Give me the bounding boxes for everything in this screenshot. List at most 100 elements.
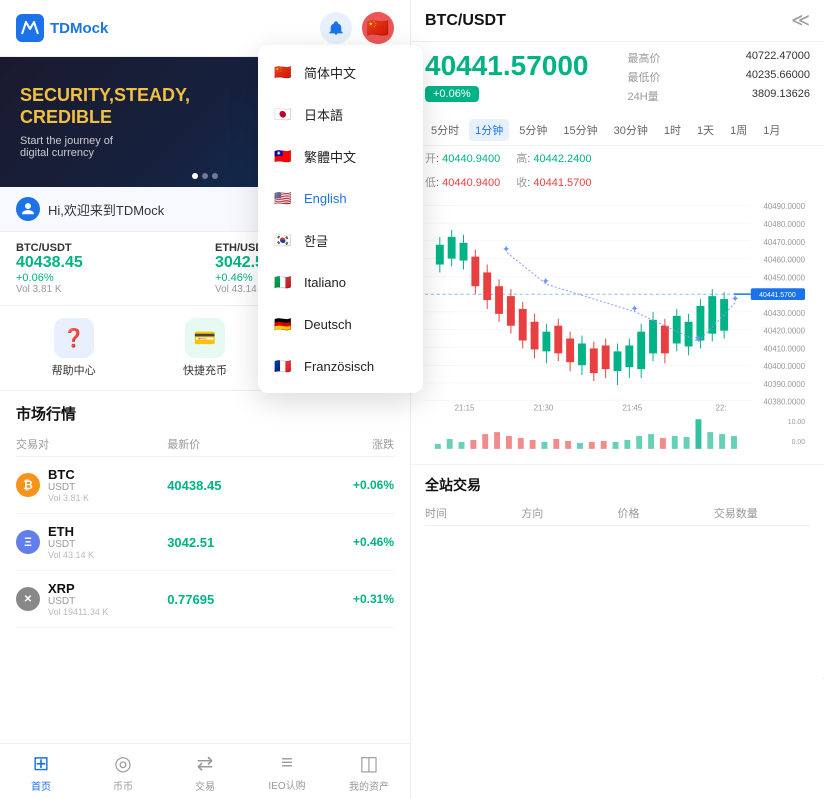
time-tabs: 5分时 1分钟 5分钟 15分钟 30分钟 1时 1天 1周 1月	[411, 115, 824, 146]
language-dropdown[interactable]: 🇨🇳 简体中文 🇯🇵 日本語 🇹🇼 繁體中文 🇺🇸 English 🇰🇷 한글 …	[258, 45, 423, 393]
trade-col-direction: 方向	[521, 505, 617, 521]
lang-japanese[interactable]: 🇯🇵 日本語	[258, 93, 423, 135]
lang-korean[interactable]: 🇰🇷 한글	[258, 219, 423, 261]
flag-de: 🇩🇪	[272, 313, 294, 335]
lang-simplified-chinese-label: 简体中文	[304, 63, 356, 82]
chart-back-button[interactable]: ≪	[791, 10, 810, 31]
svg-text:22:: 22:	[716, 404, 727, 413]
tab-1d[interactable]: 1天	[691, 119, 720, 141]
lang-traditional-chinese[interactable]: 🇹🇼 繁體中文	[258, 135, 423, 177]
lang-simplified-chinese[interactable]: 🇨🇳 简体中文	[258, 51, 423, 93]
market-section: 市场行情 交易对 最新价 涨跌 ₿ BTC USDT Vol 3.81 K 40…	[0, 391, 410, 628]
svg-text:40430.0000: 40430.0000	[763, 309, 805, 318]
tab-1h[interactable]: 1时	[658, 119, 687, 141]
eth-name: ETH	[48, 524, 167, 539]
main-price-area: 40441.57000 +0.06%	[425, 50, 608, 107]
market-col-pair: 交易对	[16, 436, 167, 452]
svg-text:40450.0000: 40450.0000	[763, 273, 805, 282]
btc-info: BTC USDT Vol 3.81 K	[48, 467, 167, 503]
lang-french[interactable]: 🇫🇷 Französisch	[258, 345, 423, 387]
logo: TDMock	[16, 14, 108, 42]
notification-icon[interactable]	[320, 12, 352, 44]
svg-text:40470.0000: 40470.0000	[763, 238, 805, 247]
xrp-name: XRP	[48, 581, 167, 596]
tab-30min[interactable]: 30分钟	[608, 119, 654, 141]
logo-text: TDMock	[50, 20, 108, 37]
nav-coin-label: 币币	[113, 778, 133, 793]
home-icon: ⊞	[33, 751, 50, 776]
stat-low: 最低价 40235.66000	[628, 69, 811, 85]
svg-text:40420.0000: 40420.0000	[763, 327, 805, 336]
ohlc-close: 收: 40441.5700	[516, 174, 591, 190]
xrp-vol: Vol 19411.34 K	[48, 607, 167, 617]
market-row-eth[interactable]: Ξ ETH USDT Vol 43.14 K 3042.51 +0.46%	[16, 514, 394, 571]
tab-1w[interactable]: 1周	[724, 119, 753, 141]
high-value: 40722.47000	[746, 50, 810, 66]
low-label: 最低价	[628, 69, 661, 85]
svg-text:✦: ✦	[630, 304, 638, 315]
svg-text:40441.5700: 40441.5700	[759, 292, 796, 299]
eth-base: USDT	[48, 539, 167, 550]
trade-icon: ⇄	[197, 751, 214, 776]
svg-text:10.00: 10.00	[788, 419, 805, 426]
eth-vol: Vol 43.14 K	[48, 550, 167, 560]
nav-coin[interactable]: ◎ 币币	[82, 744, 164, 799]
chart-pair-title: BTC/USDT	[425, 12, 506, 30]
stat-vol: 24H量 3809.13626	[628, 88, 811, 104]
market-row-xrp[interactable]: ✕ XRP USDT Vol 19411.34 K 0.77695 +0.31%	[16, 571, 394, 628]
market-row-btc[interactable]: ₿ BTC USDT Vol 3.81 K 40438.45 +0.06%	[16, 457, 394, 514]
tab-1min[interactable]: 1分钟	[469, 119, 509, 141]
nav-ieo[interactable]: ≡ IEO认购	[246, 744, 328, 799]
trade-title: 全站交易	[425, 475, 810, 495]
trade-header: 时间 方向 价格 交易数量	[425, 501, 810, 526]
nav-assets[interactable]: ◫ 我的资产	[328, 744, 410, 799]
btc-base: USDT	[48, 482, 167, 493]
svg-text:40380.0000: 40380.0000	[763, 398, 805, 407]
svg-text:0.00: 0.00	[792, 439, 806, 446]
svg-text:21:45: 21:45	[622, 404, 642, 413]
tab-15min[interactable]: 15分钟	[557, 119, 603, 141]
action-recharge[interactable]: 💳 快捷充币	[139, 318, 270, 378]
nav-home[interactable]: ⊞ 首页	[0, 744, 82, 799]
svg-text:40480.0000: 40480.0000	[763, 220, 805, 229]
svg-text:40460.0000: 40460.0000	[763, 256, 805, 265]
ticker-btc-price: 40438.45	[16, 254, 195, 272]
svg-text:40400.0000: 40400.0000	[763, 362, 805, 371]
price-stats: 最高价 40722.47000 最低价 40235.66000 24H量 380…	[628, 50, 811, 107]
lang-italian[interactable]: 🇮🇹 Italiano	[258, 261, 423, 303]
lang-german-label: Deutsch	[304, 317, 352, 332]
market-col-change: 涨跌	[318, 436, 394, 452]
ohlc-row2: 低: 40440.9400 收: 40441.5700	[411, 170, 824, 194]
btc-vol: Vol 3.81 K	[48, 493, 167, 503]
dot-3	[212, 173, 218, 179]
btc-coin-info: ₿ BTC USDT Vol 3.81 K	[16, 467, 167, 503]
coin-icon: ◎	[114, 751, 131, 776]
eth-icon: Ξ	[16, 530, 40, 554]
tab-5min[interactable]: 5分钟	[513, 119, 553, 141]
ohlc-low: 低: 40440.9400	[425, 174, 500, 190]
action-help[interactable]: ❓ 帮助中心	[8, 318, 139, 378]
svg-text:✦: ✦	[541, 276, 549, 287]
lang-english[interactable]: 🇺🇸 English	[258, 177, 423, 219]
ohlc-open: 开: 40440.9400	[425, 150, 500, 166]
welcome-avatar	[16, 197, 40, 221]
nav-trade-label: 交易	[195, 778, 215, 793]
lang-japanese-label: 日本語	[304, 105, 343, 124]
nav-ieo-label: IEO认购	[268, 777, 305, 792]
action-help-label: 帮助中心	[52, 362, 96, 378]
tab-1m[interactable]: 1月	[757, 119, 786, 141]
language-flag-icon[interactable]: 🇨🇳	[362, 12, 394, 44]
flag-jp: 🇯🇵	[272, 103, 294, 125]
low-label2: 低	[425, 177, 436, 189]
nav-trade[interactable]: ⇄ 交易	[164, 744, 246, 799]
tab-5fen[interactable]: 5分时	[425, 119, 465, 141]
ohlc-row: 开: 40440.9400 高: 40442.2400	[411, 146, 824, 170]
ticker-btc[interactable]: BTC/USDT 40438.45 +0.06% Vol 3.81 K	[16, 242, 195, 295]
banner-text: SECURITY,STEADY, CREDIBLE Start the jour…	[20, 85, 190, 158]
lang-english-label: English	[304, 191, 347, 206]
xrp-change: +0.31%	[318, 592, 394, 606]
lang-german[interactable]: 🇩🇪 Deutsch	[258, 303, 423, 345]
btc-price: 40438.45	[167, 478, 318, 493]
banner-headline: SECURITY,STEADY, CREDIBLE	[20, 85, 190, 128]
lang-french-label: Französisch	[304, 359, 374, 374]
